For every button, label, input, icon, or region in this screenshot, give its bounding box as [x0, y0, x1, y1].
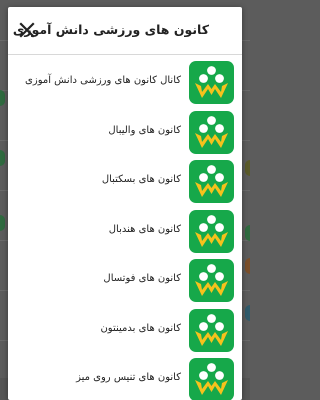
channels-dialog: کانون های ورزشی دانش آموزی کانال کانون ه…: [8, 7, 242, 400]
list-item-4[interactable]: کانون های هندبال: [8, 205, 242, 255]
item-label: کانون های تنیس روی میز: [76, 372, 181, 383]
list-item-7[interactable]: کانون های تنیس روی میز: [8, 353, 242, 400]
list-item-6[interactable]: کانون های بدمینتون: [8, 304, 242, 354]
club-logo-icon: [189, 308, 234, 352]
list-item-1[interactable]: کانال کانون های ورزشی دانش آموزی: [8, 56, 242, 106]
screen: کانون های ورزشی دانش آموزی کانال کانون ه…: [0, 0, 250, 400]
club-logo-icon: [189, 209, 234, 253]
list-item-3[interactable]: کانون های بسکتبال: [8, 155, 242, 205]
dialog-title: کانون های ورزشی دانش آموزی: [12, 22, 209, 37]
item-label: کانون های بدمینتون: [100, 322, 181, 334]
dialog-header: کانون های ورزشی دانش آموزی: [8, 7, 242, 55]
item-label: کانون های فوتسال: [103, 273, 181, 284]
item-label: کانون های والیبال: [108, 124, 181, 136]
club-logo-icon: [189, 259, 234, 302]
list-item-2[interactable]: کانون های والیبال: [8, 106, 242, 156]
item-label: کانال کانون های ورزشی دانش آموزی: [25, 75, 181, 86]
club-logo-icon: [189, 358, 234, 400]
club-logo-icon: [189, 110, 234, 154]
item-label: کانون های بسکتبال: [101, 174, 181, 185]
club-logo-icon: [189, 61, 234, 104]
club-logo-icon: [189, 160, 234, 203]
list-item-5[interactable]: کانون های فوتسال: [8, 254, 242, 304]
channel-list: کانال کانون های ورزشی دانش آموزی کانون ه…: [8, 56, 242, 400]
item-label: کانون های هندبال: [108, 223, 181, 235]
